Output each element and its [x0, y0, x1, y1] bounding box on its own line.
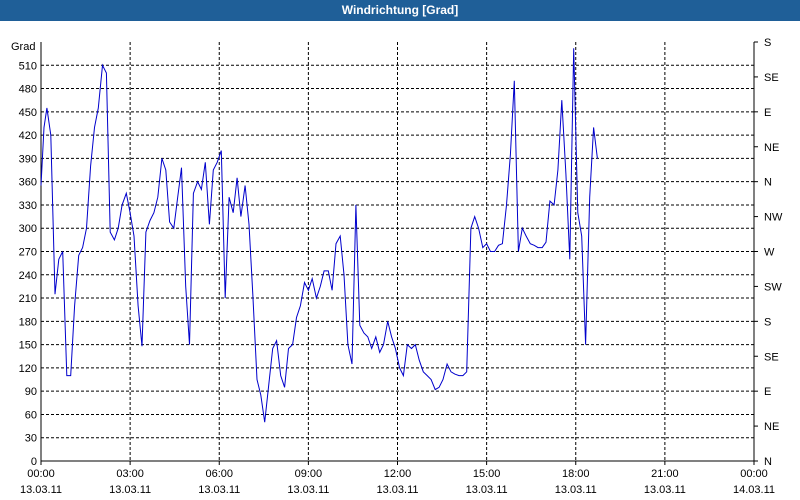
- x-tick-date: 13.03.11: [198, 484, 240, 496]
- x-tick-date: 13.03.11: [109, 484, 151, 496]
- y2-tick-label: NE: [764, 421, 779, 433]
- y-tick-label: 0: [31, 456, 37, 468]
- y-tick-label: 450: [19, 107, 37, 119]
- x-tick-date: 13.03.11: [644, 484, 686, 496]
- y2-tick-label: E: [764, 107, 771, 119]
- y2-tick-label: NW: [764, 212, 783, 224]
- y-tick-label: 30: [25, 433, 37, 445]
- y-tick-label: 360: [19, 177, 37, 189]
- x-tick-time: 21:00: [651, 468, 679, 480]
- x-tick-time: 15:00: [473, 468, 501, 480]
- y2-tick-label: S: [764, 316, 771, 328]
- x-tick-time: 09:00: [295, 468, 323, 480]
- y2-tick-label: N: [764, 456, 772, 468]
- y-tick-label: 390: [19, 153, 37, 165]
- y-tick-label: 120: [19, 363, 37, 375]
- y-tick-label: 480: [19, 84, 37, 96]
- x-tick-time: 06:00: [205, 468, 233, 480]
- x-tick-time: 18:00: [562, 468, 590, 480]
- y2-tick-label: W: [764, 247, 775, 259]
- y-tick-label: 240: [19, 270, 37, 282]
- y-tick-label: 270: [19, 247, 37, 259]
- x-tick-time: 00:00: [27, 468, 55, 480]
- y-tick-label: 420: [19, 130, 37, 142]
- y2-tick-label: N: [764, 177, 772, 189]
- plot-area: [0, 21, 800, 500]
- x-tick-date: 13.03.11: [287, 484, 329, 496]
- x-tick-date: 13.03.11: [555, 484, 597, 496]
- y2-tick-label: E: [764, 386, 771, 398]
- x-tick-date: 13.03.11: [20, 484, 62, 496]
- x-tick-date: 13.03.11: [376, 484, 418, 496]
- y-tick-label: 60: [25, 409, 37, 421]
- y-tick-label: 300: [19, 223, 37, 235]
- y2-tick-label: S: [764, 37, 771, 49]
- x-tick-date: 13.03.11: [466, 484, 508, 496]
- x-tick-time: 00:00: [740, 468, 768, 480]
- x-tick-time: 12:00: [384, 468, 412, 480]
- x-tick-time: 03:00: [116, 468, 144, 480]
- y-tick-label: 180: [19, 316, 37, 328]
- y-tick-label: 150: [19, 340, 37, 352]
- y-tick-label: 90: [25, 386, 37, 398]
- y2-tick-label: SE: [764, 72, 779, 84]
- x-tick-date: 14.03.11: [733, 484, 775, 496]
- line-chart: 0 30 60 90 120 150 180 210 240 270 300 330 360 390 420…: [0, 21, 800, 500]
- y-axis-label: Grad: [11, 41, 35, 53]
- y2-tick-label: SW: [764, 281, 782, 293]
- y2-tick-label: NE: [764, 142, 779, 154]
- chart-title: Windrichtung [Grad]: [0, 0, 800, 21]
- y-tick-label: 510: [19, 60, 37, 72]
- y-tick-label: 210: [19, 293, 37, 305]
- y-tick-label: 330: [19, 200, 37, 212]
- y2-tick-label: SE: [764, 351, 779, 363]
